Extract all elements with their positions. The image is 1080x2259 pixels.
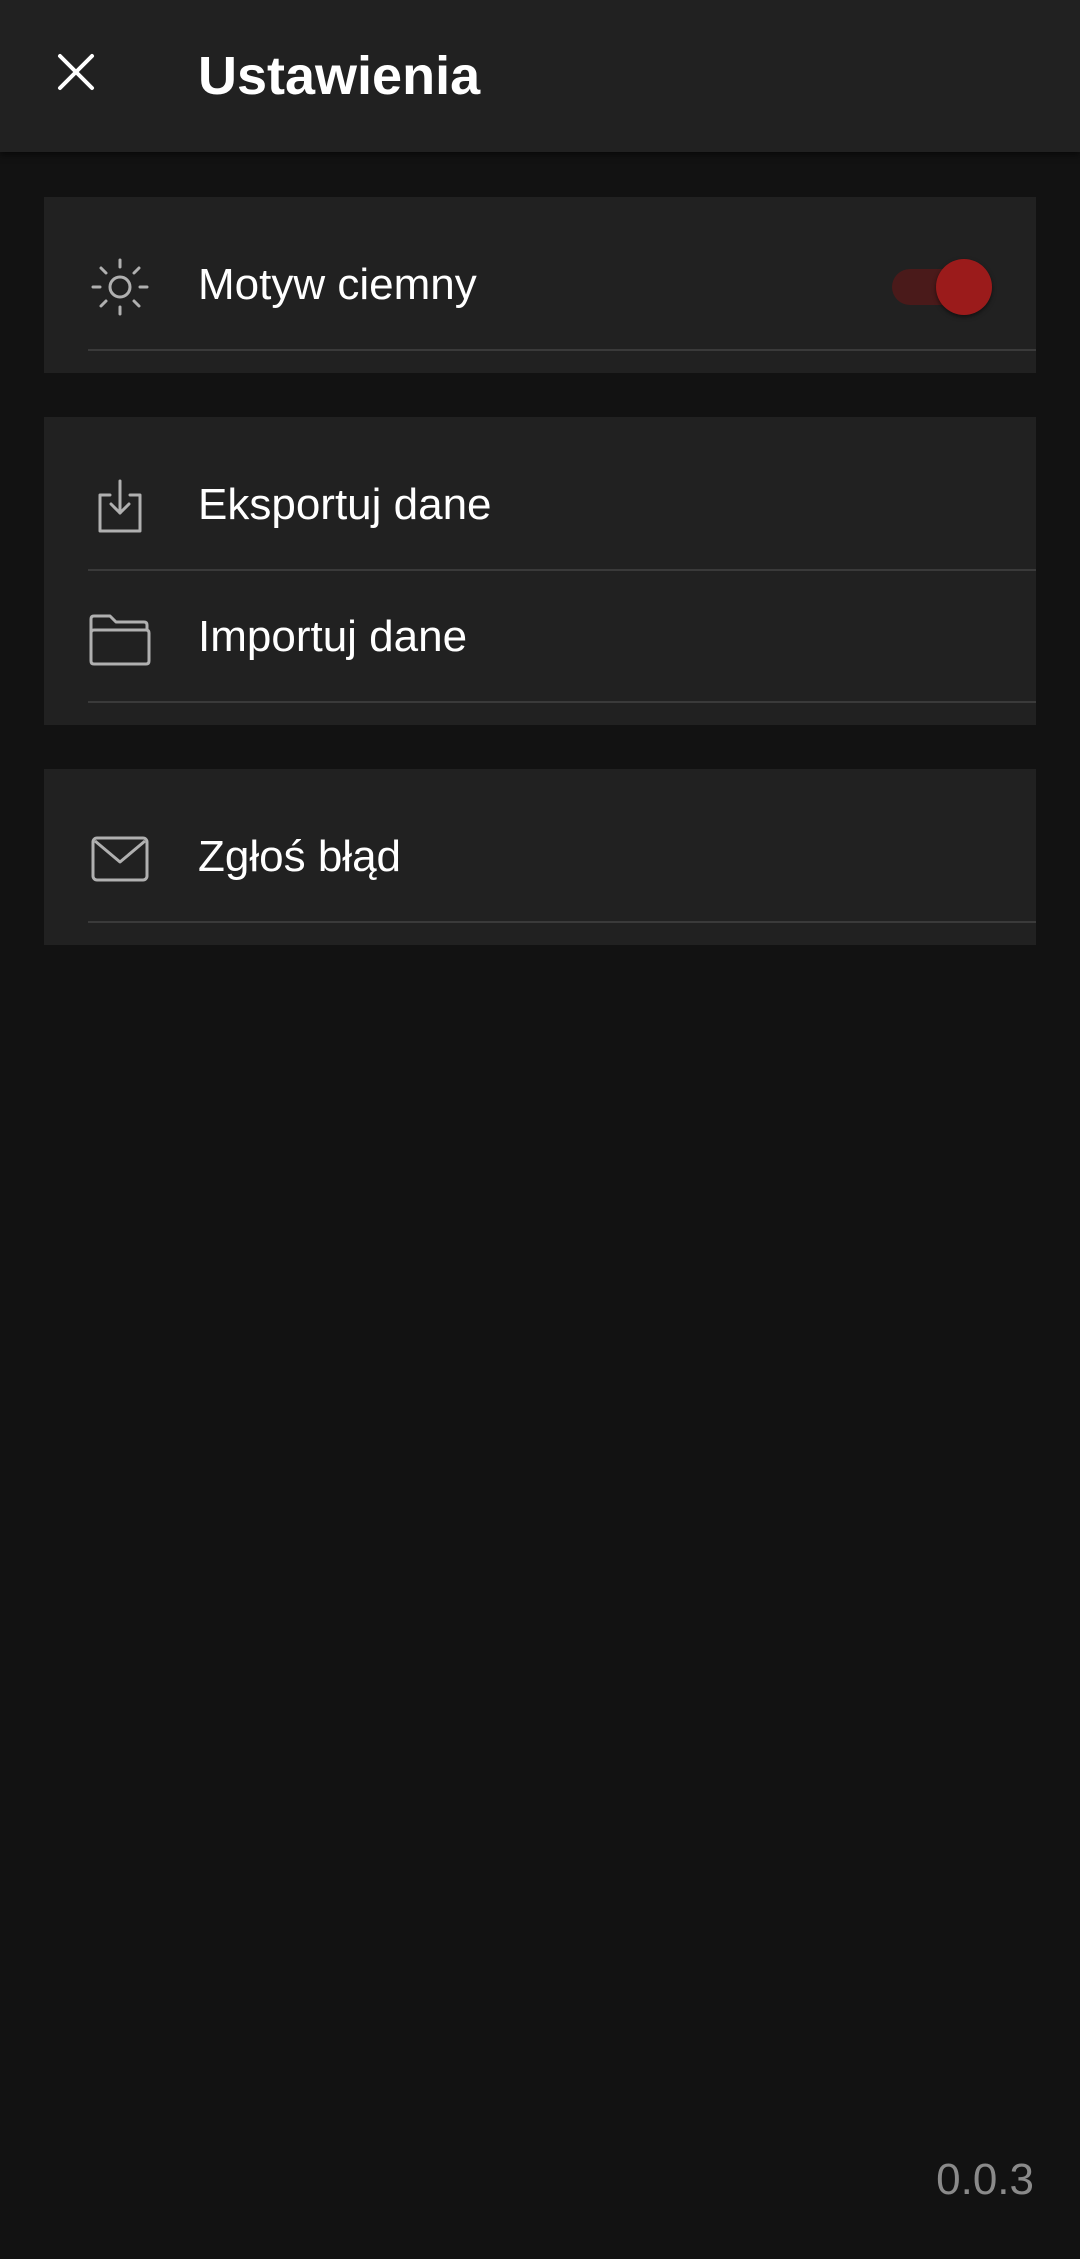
divider: [88, 921, 1036, 923]
data-section: Eksportuj dane Importuj dane: [44, 417, 1036, 725]
dark-theme-label: Motyw ciemny: [198, 260, 477, 309]
report-bug-label: Zgłoś błąd: [198, 832, 402, 881]
appearance-section: Motyw ciemny: [44, 197, 1036, 373]
mail-icon: [88, 827, 152, 891]
feedback-section: Zgłoś błąd: [44, 769, 1036, 945]
close-button[interactable]: [36, 32, 116, 112]
toggle-thumb: [936, 259, 992, 315]
import-data-label: Importuj dane: [198, 612, 468, 661]
divider: [88, 349, 1036, 351]
sun-icon: [88, 255, 152, 319]
divider: [88, 701, 1036, 703]
page-title: Ustawienia: [198, 46, 481, 106]
folder-icon: [88, 607, 152, 671]
export-data-label: Eksportuj dane: [198, 480, 492, 529]
settings-screen: Ustawienia Motyw ciemny Eksportuj dane I…: [0, 0, 1080, 2259]
import-data-row[interactable]: Importuj dane: [44, 571, 1036, 703]
dark-theme-toggle[interactable]: [892, 259, 992, 315]
close-icon: [58, 54, 94, 90]
app-bar: Ustawienia: [0, 0, 1080, 152]
report-bug-row[interactable]: Zgłoś błąd: [44, 791, 1036, 923]
download-icon: [88, 475, 152, 539]
dark-theme-row[interactable]: Motyw ciemny: [44, 219, 1036, 351]
export-data-row[interactable]: Eksportuj dane: [44, 439, 1036, 571]
app-version: 0.0.3: [936, 2155, 1034, 2204]
